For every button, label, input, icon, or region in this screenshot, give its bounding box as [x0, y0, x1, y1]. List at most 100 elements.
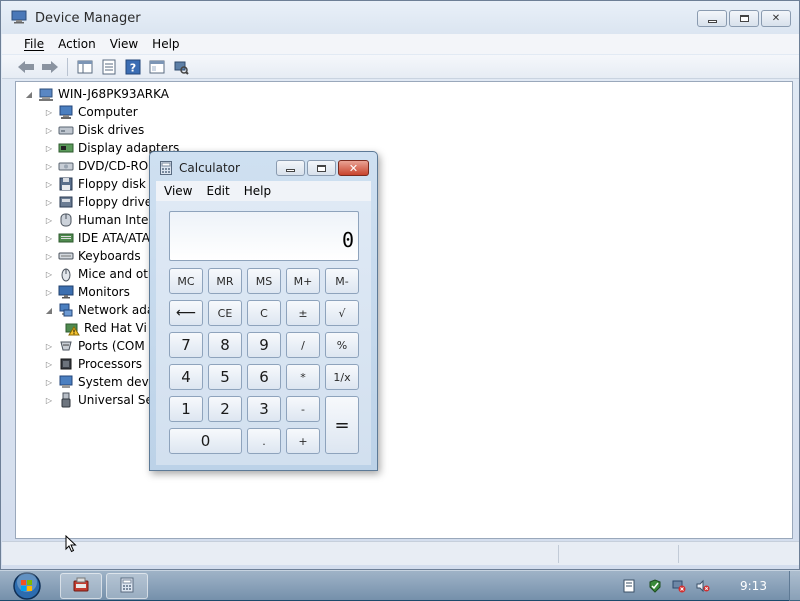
calculator-taskbar-button[interactable] [106, 573, 148, 599]
tree-node-disk-drives[interactable]: ▷ Disk drives [44, 121, 144, 139]
calc-menu-view[interactable]: View [164, 184, 192, 198]
expand-arrow-icon[interactable]: ▷ [44, 215, 54, 225]
tree-node-network-adap[interactable]: ◢ Network adap [44, 301, 162, 319]
menu-help[interactable]: Help [152, 37, 179, 51]
console-icon[interactable] [147, 58, 167, 76]
expand-arrow-icon[interactable]: ▷ [44, 179, 54, 189]
ce-button[interactable]: CE [208, 300, 242, 326]
device-manager-taskbar-button[interactable] [60, 573, 102, 599]
action-center-icon[interactable] [622, 579, 636, 593]
tree-child-node[interactable]: Red Hat Vi [64, 319, 147, 337]
tree-node-ports-com[interactable]: ▷ Ports (COM & [44, 337, 158, 355]
digit-1-button[interactable]: 1 [169, 396, 203, 422]
minimize-icon [277, 161, 304, 175]
device-tree[interactable]: ◢ WIN-J68PK93ARKA ▷ Computer ▷ Disk drives ▷… [15, 81, 793, 539]
tree-node-computer[interactable]: ▷ Computer [44, 103, 138, 121]
expand-arrow-icon[interactable]: ▷ [44, 125, 54, 135]
add-button[interactable]: + [286, 428, 320, 454]
calculator-titlebar[interactable]: Calculator ✕ [150, 152, 377, 182]
expand-arrow-icon[interactable]: ▷ [44, 233, 54, 243]
menu-view[interactable]: View [110, 37, 138, 51]
percent-button[interactable]: % [325, 332, 359, 358]
expand-arrow-icon[interactable]: ▷ [44, 269, 54, 279]
digit-3-button[interactable]: 3 [247, 396, 281, 422]
expand-arrow-icon[interactable]: ▷ [44, 395, 54, 405]
tree-node-mice-and-othe[interactable]: ▷ Mice and othe [44, 265, 163, 283]
tree-node-human-interfa[interactable]: ▷ Human Interfa [44, 211, 165, 229]
collapse-arrow-icon[interactable]: ◢ [24, 89, 34, 99]
reciprocal-button[interactable]: 1/x [325, 364, 359, 390]
tree-node-processors[interactable]: ▷ Processors [44, 355, 142, 373]
calculator-maximize-button[interactable] [307, 160, 336, 176]
menu-action[interactable]: Action [58, 37, 96, 51]
digit-8-button[interactable]: 8 [208, 332, 242, 358]
digit-2-button[interactable]: 2 [208, 396, 242, 422]
calculator-close-button[interactable]: ✕ [338, 160, 369, 176]
expand-arrow-icon[interactable]: ▷ [44, 377, 54, 387]
multiply-button[interactable]: * [286, 364, 320, 390]
tree-node-keyboards[interactable]: ▷ Keyboards [44, 247, 141, 265]
calculator-display: 0 [169, 211, 359, 261]
clear-button[interactable]: C [247, 300, 281, 326]
collapse-arrow-icon[interactable]: ◢ [44, 305, 54, 315]
close-button[interactable]: ✕ [761, 10, 791, 27]
tree-node-dvd-cd-rom[interactable]: ▷ DVD/CD-ROM [44, 157, 159, 175]
expand-arrow-icon[interactable]: ▷ [44, 161, 54, 171]
warning-device-icon [64, 320, 80, 336]
device-manager-titlebar[interactable]: Device Manager ✕ [1, 1, 799, 34]
taskbar-clock[interactable]: 9:13 [740, 579, 767, 593]
speaker-muted-icon[interactable] [696, 579, 710, 593]
show-desktop-button[interactable] [789, 571, 800, 601]
m-plus-button[interactable]: M+ [286, 268, 320, 294]
ms-button[interactable]: MS [247, 268, 281, 294]
calculator-minimize-button[interactable] [276, 160, 305, 176]
restore-button[interactable] [729, 10, 759, 27]
calc-menu-edit[interactable]: Edit [206, 184, 229, 198]
tree-node-label: Computer [78, 105, 138, 119]
menu-file[interactable]: File [24, 37, 44, 51]
tree-node-floppy-drive-c[interactable]: ▷ Floppy drive c [44, 193, 163, 211]
tree-node-floppy-disk-dr[interactable]: ▷ Floppy disk dr [44, 175, 162, 193]
mc-button[interactable]: MC [169, 268, 203, 294]
decimal-button[interactable]: . [247, 428, 281, 454]
sqrt-button[interactable]: √ [325, 300, 359, 326]
tree-node-ide-ata-atap[interactable]: ▷ IDE ATA/ATAP [44, 229, 157, 247]
tree-node-monitors[interactable]: ▷ Monitors [44, 283, 130, 301]
minimize-icon [698, 11, 726, 26]
network-disconnected-icon[interactable] [672, 579, 686, 593]
digit-0-button[interactable]: 0 [169, 428, 242, 454]
minimize-button[interactable] [697, 10, 727, 27]
divide-button[interactable]: / [286, 332, 320, 358]
properties-icon[interactable] [99, 58, 119, 76]
start-button[interactable] [8, 571, 46, 601]
expand-arrow-icon[interactable]: ▷ [44, 359, 54, 369]
expand-arrow-icon[interactable]: ▷ [44, 143, 54, 153]
calc-menu-help[interactable]: Help [244, 184, 271, 198]
help-icon[interactable]: ? [123, 58, 143, 76]
digit-5-button[interactable]: 5 [208, 364, 242, 390]
tree-node-label: Keyboards [78, 249, 141, 263]
digit-4-button[interactable]: 4 [169, 364, 203, 390]
expand-arrow-icon[interactable]: ▷ [44, 287, 54, 297]
show-hide-console-tree-icon[interactable] [75, 58, 95, 76]
scan-hardware-icon[interactable] [171, 58, 191, 76]
digit-7-button[interactable]: 7 [169, 332, 203, 358]
expand-arrow-icon[interactable]: ▷ [44, 251, 54, 261]
expand-arrow-icon[interactable]: ▷ [44, 107, 54, 117]
tree-root[interactable]: ◢ WIN-J68PK93ARKA [24, 85, 169, 103]
network-icon[interactable] [648, 579, 662, 593]
back-arrow-icon[interactable] [16, 58, 36, 76]
negate-button[interactable]: ± [286, 300, 320, 326]
digit-6-button[interactable]: 6 [247, 364, 281, 390]
forward-arrow-icon[interactable] [40, 58, 60, 76]
expand-arrow-icon[interactable]: ▷ [44, 341, 54, 351]
expand-arrow-icon[interactable]: ▷ [44, 197, 54, 207]
tree-node-label: Disk drives [78, 123, 145, 137]
backspace-button[interactable]: ⟵ [169, 300, 203, 326]
equals-button[interactable]: = [325, 396, 359, 454]
m-minus-button[interactable]: M- [325, 268, 359, 294]
mr-button[interactable]: MR [208, 268, 242, 294]
subtract-button[interactable]: - [286, 396, 320, 422]
digit-9-button[interactable]: 9 [247, 332, 281, 358]
tree-node-system-device[interactable]: ▷ System device [44, 373, 166, 391]
